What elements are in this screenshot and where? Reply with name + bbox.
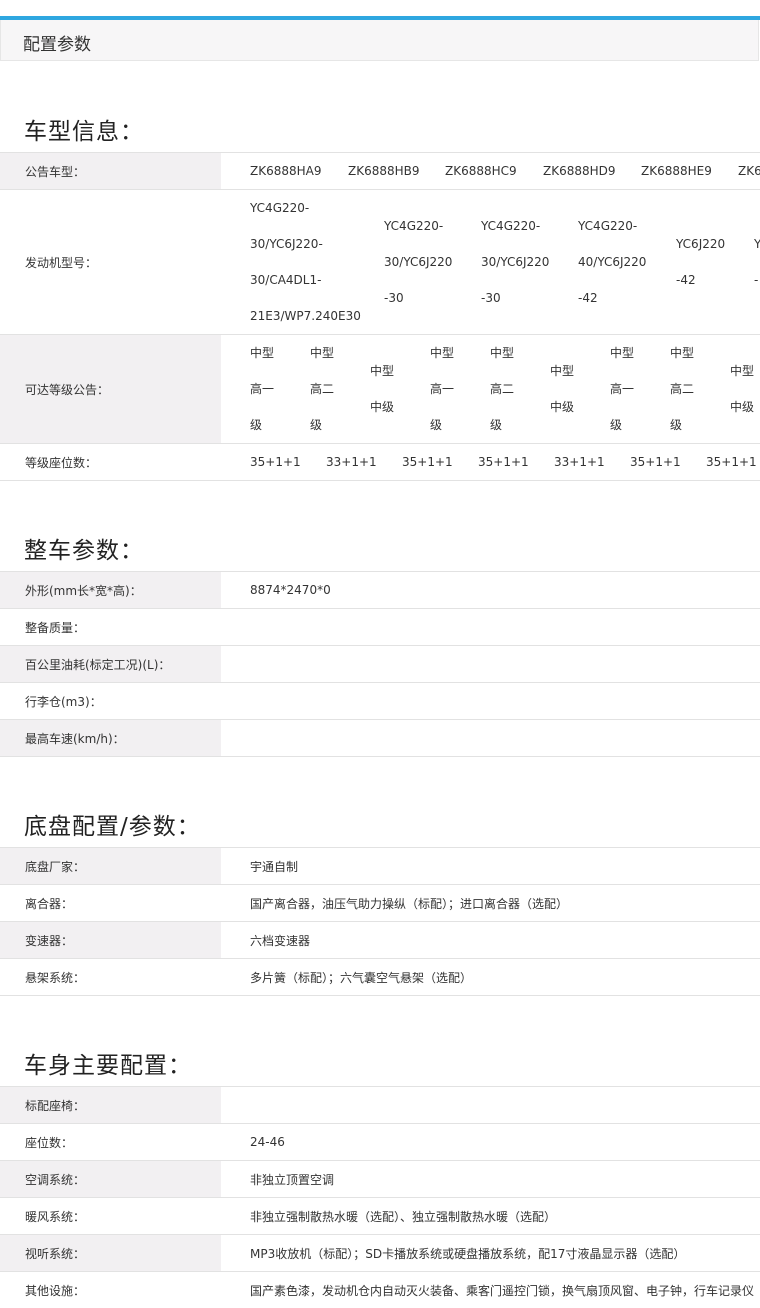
- row-value: 8874*2470*0: [250, 583, 331, 597]
- row-value: [250, 720, 760, 756]
- row-audio-video: 视听系统： MP3收放机（标配）；SD卡播放系统或硬盘播放系统，配17寸液晶显示…: [0, 1234, 760, 1271]
- row-chassis-maker: 底盘厂家： 宇通自制: [0, 847, 760, 884]
- row-label: 外形(mm长*宽*高)：: [0, 572, 221, 608]
- row-label: 百公里油耗(标定工况)(L)：: [0, 646, 221, 682]
- row-label: 悬架系统：: [25, 970, 86, 985]
- seat-cells: 35+1+1 33+1+1 35+1+1 35+1+1 33+1+1 35+1+…: [250, 444, 760, 480]
- row-curb-weight: 整备质量：: [0, 608, 760, 645]
- engine-cell: YC4G220- 40/YC6J220 -42: [578, 219, 647, 305]
- engine-cell: YC4G220- 30/YC6J220 -30: [481, 219, 550, 305]
- row-value: [250, 683, 760, 719]
- row-dimensions: 外形(mm长*宽*高)： 8874*2470*0: [0, 571, 760, 608]
- row-value: 多片簧（标配）；六气囊空气悬架（选配）: [250, 970, 473, 985]
- row-grade-seats: 等级座位数： 35+1+1 33+1+1 35+1+1 35+1+1 33+1+…: [0, 443, 760, 481]
- row-value: 24-46: [250, 1135, 285, 1149]
- grade-cell: 中型 高一 级: [610, 346, 635, 432]
- row-label: 等级座位数：: [25, 455, 98, 470]
- grade-cell: 中型 中级: [730, 364, 755, 414]
- row-value: 非独立顶置空调: [250, 1172, 335, 1187]
- row-label: 发动机型号：: [25, 255, 98, 270]
- seat-cell: 35+1+1: [630, 455, 681, 469]
- grade-cell: 中型 高二 级: [310, 346, 335, 432]
- row-clutch: 离合器： 国产离合器，油压气助力操纵（标配）；进口离合器（选配）: [0, 884, 760, 921]
- row-value: 宇通自制: [250, 859, 299, 874]
- row-label: 变速器：: [0, 922, 221, 958]
- seat-cell: 35+1+1: [478, 455, 529, 469]
- section-title-chassis: 底盘配置/参数：: [24, 814, 201, 840]
- page-header: 配置参数: [0, 20, 759, 61]
- seat-cell: 33+1+1: [326, 455, 377, 469]
- row-transmission: 变速器： 六档变速器: [0, 921, 760, 958]
- row-label: 底盘厂家：: [0, 848, 221, 884]
- model-cell: ZK6888HC9: [445, 164, 517, 178]
- row-label: 座位数：: [25, 1135, 74, 1150]
- row-value: [250, 1087, 760, 1123]
- row-label: 空调系统：: [0, 1161, 221, 1197]
- grade-cell: 中型 高二 级: [490, 346, 515, 432]
- row-value: 国产离合器，油压气助力操纵（标配）；进口离合器（选配）: [250, 896, 569, 911]
- row-seat-count: 座位数： 24-46: [0, 1123, 760, 1160]
- row-label: 整备质量：: [25, 620, 86, 635]
- row-value: 国产素色漆，发动机仓内自动灭火装备、乘客门遥控门锁，换气扇顶风窗、电子钟，行车记…: [250, 1283, 755, 1298]
- seat-cell: 35+1+1: [706, 455, 757, 469]
- engine-cell: Y -: [754, 237, 760, 287]
- model-cell: ZK6888HA9: [250, 164, 322, 178]
- row-label: 离合器：: [25, 896, 74, 911]
- section-title-body: 车身主要配置：: [24, 1053, 192, 1079]
- engine-cells: YC4G220- 30/YC6J220- 30/CA4DL1- 21E3/WP7…: [250, 190, 760, 334]
- row-value: [250, 646, 760, 682]
- seat-cell: 35+1+1: [402, 455, 453, 469]
- grade-cells: 中型 高一 级 中型 高二 级 中型 中级 中型 高一 级 中型 高二 级 中型…: [250, 335, 760, 443]
- row-label: 暖风系统：: [25, 1209, 86, 1224]
- grade-cell: 中型 高二 级: [670, 346, 695, 432]
- model-cell: ZK6888HB9: [348, 164, 420, 178]
- engine-cell: YC4G220- 30/YC6J220 -30: [384, 219, 453, 305]
- grade-cell: 中型 中级: [370, 364, 395, 414]
- row-value: 非独立强制散热水暖（选配）、独立强制散热水暖（选配）: [250, 1209, 557, 1224]
- row-label: 行李仓(m3)：: [25, 694, 102, 709]
- row-label: 视听系统：: [0, 1235, 221, 1271]
- row-label: 公告车型：: [0, 153, 221, 189]
- row-grade-announcement: 可达等级公告： 中型 高一 级 中型 高二 级 中型 中级 中型 高一 级 中型…: [0, 334, 760, 443]
- grade-cell: 中型 高一 级: [430, 346, 455, 432]
- section-title-vehicle-info: 车型信息：: [24, 119, 144, 145]
- row-heating: 暖风系统： 非独立强制散热水暖（选配）、独立强制散热水暖（选配）: [0, 1197, 760, 1234]
- grade-cell: 中型 高一 级: [250, 346, 275, 432]
- row-label: 其他设施：: [25, 1283, 86, 1298]
- model-cells: ZK6888HA9 ZK6888HB9 ZK6888HC9 ZK6888HD9 …: [250, 153, 760, 189]
- row-fuel-consumption: 百公里油耗(标定工况)(L)：: [0, 645, 760, 682]
- grade-cell: 中型 中级: [550, 364, 575, 414]
- page-title: 配置参数: [23, 35, 91, 55]
- engine-cell: YC6J220 -42: [676, 237, 726, 287]
- row-value: MP3收放机（标配）；SD卡播放系统或硬盘播放系统，配17寸液晶显示器（选配）: [250, 1246, 686, 1261]
- row-value: 六档变速器: [250, 933, 311, 948]
- row-suspension: 悬架系统： 多片簧（标配）；六气囊空气悬架（选配）: [0, 958, 760, 996]
- row-standard-seats: 标配座椅：: [0, 1086, 760, 1123]
- engine-cell: YC4G220- 30/YC6J220- 30/CA4DL1- 21E3/WP7…: [250, 201, 361, 323]
- row-value: [250, 609, 760, 645]
- seat-cell: 33+1+1: [554, 455, 605, 469]
- row-label: 可达等级公告：: [0, 335, 221, 443]
- row-label: 最高车速(km/h)：: [0, 720, 221, 756]
- section-title-whole-vehicle: 整车参数：: [24, 538, 144, 564]
- row-luggage-compartment: 行李仓(m3)：: [0, 682, 760, 719]
- seat-cell: 35+1+1: [250, 455, 301, 469]
- row-label: 标配座椅：: [0, 1087, 221, 1123]
- row-max-speed: 最高车速(km/h)：: [0, 719, 760, 757]
- row-other-facilities: 其他设施： 国产素色漆，发动机仓内自动灭火装备、乘客门遥控门锁，换气扇顶风窗、电…: [0, 1271, 760, 1308]
- row-air-conditioning: 空调系统： 非独立顶置空调: [0, 1160, 760, 1197]
- model-cell: ZK6888HD9: [543, 164, 616, 178]
- model-cell: ZK6888HE9: [641, 164, 712, 178]
- model-cell: ZK6: [738, 164, 760, 178]
- row-engine-models: 发动机型号： YC4G220- 30/YC6J220- 30/CA4DL1- 2…: [0, 189, 760, 334]
- row-announcement-models: 公告车型： ZK6888HA9 ZK6888HB9 ZK6888HC9 ZK68…: [0, 152, 760, 189]
